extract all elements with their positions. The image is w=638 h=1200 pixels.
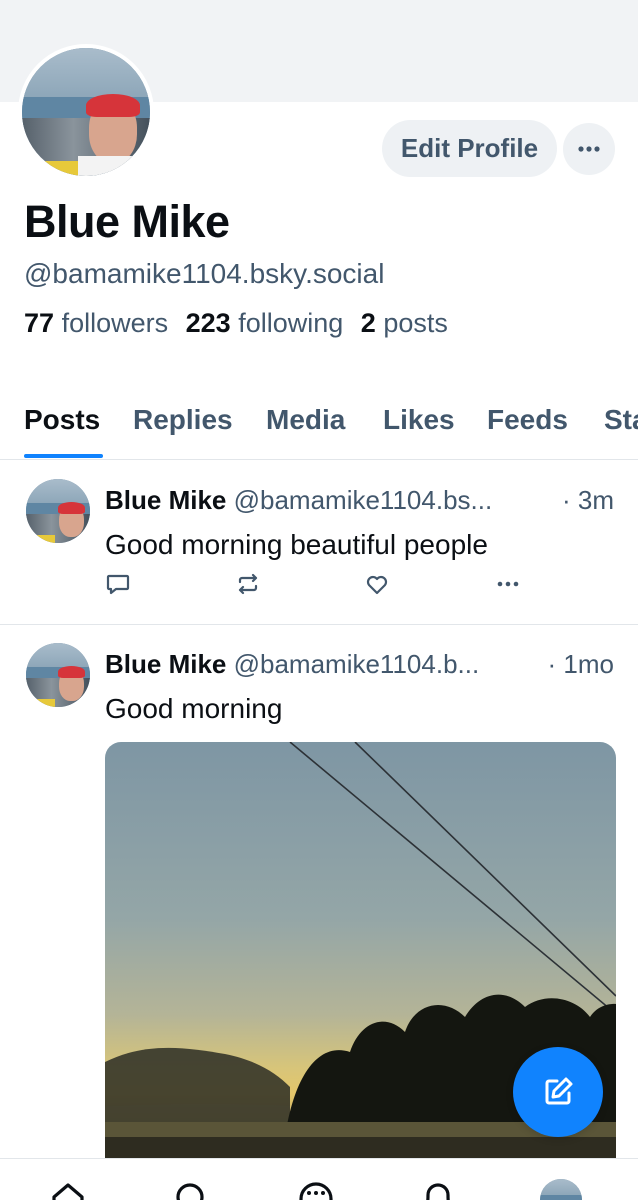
tab-replies[interactable]: Replies	[133, 404, 233, 436]
post-actions	[105, 571, 525, 601]
avatar-cap	[58, 502, 85, 514]
post-author-name: Blue Mike	[105, 485, 227, 515]
post-author-name: Blue Mike	[105, 649, 227, 679]
feed-post[interactable]: Blue Mike @bamamike1104.bs... · 3m Good …	[0, 461, 638, 625]
posts-label: posts	[383, 308, 448, 338]
followers-count: 77	[24, 308, 55, 338]
post-timestamp[interactable]: · 1mo	[548, 649, 614, 680]
search-icon[interactable]	[172, 1179, 212, 1200]
avatar-railing	[22, 160, 80, 176]
tab-posts[interactable]: Posts	[24, 404, 100, 436]
profile-more-button[interactable]	[563, 123, 615, 175]
profile-name: Blue Mike	[24, 196, 230, 247]
active-tab-indicator	[24, 454, 103, 458]
post-avatar[interactable]	[26, 643, 90, 707]
post-author-handle: @bamamike1104.bs...	[233, 485, 493, 515]
avatar-sky	[26, 643, 90, 668]
avatar-cap	[86, 94, 140, 118]
post-timestamp[interactable]: · 3m	[562, 485, 614, 516]
posts-count: 2	[360, 308, 376, 338]
following-link[interactable]: 223 following	[186, 308, 344, 338]
profile-handle: @bamamike1104.bsky.social	[24, 258, 385, 289]
profile-avatar[interactable]	[540, 1179, 582, 1200]
more-icon[interactable]	[495, 571, 521, 597]
avatar-sky	[540, 1179, 582, 1195]
avatar-water	[540, 1194, 582, 1200]
followers-link[interactable]: 77 followers	[24, 308, 168, 338]
more-icon	[578, 146, 600, 152]
distant-treeline	[105, 1047, 290, 1122]
following-count: 223	[185, 308, 231, 338]
post-author-line[interactable]: Blue Mike @bamamike1104.bs...	[105, 485, 492, 516]
chat-icon[interactable]	[296, 1179, 336, 1200]
notifications-icon[interactable]	[418, 1179, 458, 1200]
power-line	[354, 742, 616, 997]
post-author-line[interactable]: Blue Mike @bamamike1104.b...	[105, 649, 479, 680]
edit-profile-button[interactable]: Edit Profile	[382, 120, 557, 177]
following-label: following	[238, 308, 344, 338]
home-icon[interactable]	[48, 1179, 88, 1200]
tab-media[interactable]: Media	[266, 404, 345, 436]
profile-tabs: Posts Replies Media Likes Feeds Sta	[0, 392, 638, 460]
like-icon[interactable]	[364, 571, 390, 597]
repost-icon[interactable]	[235, 571, 261, 597]
tab-starter-packs[interactable]: Sta	[604, 404, 638, 436]
followers-label: followers	[61, 308, 169, 338]
avatar-cap	[58, 666, 85, 678]
tab-likes[interactable]: Likes	[383, 404, 455, 436]
avatar-sky	[22, 48, 150, 97]
avatar-railing	[26, 535, 55, 543]
post-avatar[interactable]	[26, 479, 90, 543]
profile-avatar[interactable]	[18, 44, 154, 180]
bottom-navigation	[0, 1158, 638, 1200]
power-line	[289, 742, 616, 1015]
compose-post-button[interactable]	[513, 1047, 603, 1137]
avatar-railing	[26, 699, 55, 707]
avatar-sky	[26, 479, 90, 504]
reply-icon[interactable]	[105, 571, 131, 597]
post-text: Good morning beautiful people	[105, 529, 488, 560]
avatar-shirt	[78, 155, 150, 176]
post-author-handle: @bamamike1104.b...	[233, 649, 480, 679]
post-text: Good morning	[105, 693, 283, 724]
compose-icon	[545, 1077, 573, 1105]
tab-feeds[interactable]: Feeds	[487, 404, 568, 436]
profile-stats: 77 followers 223 following 2 posts	[24, 308, 448, 339]
